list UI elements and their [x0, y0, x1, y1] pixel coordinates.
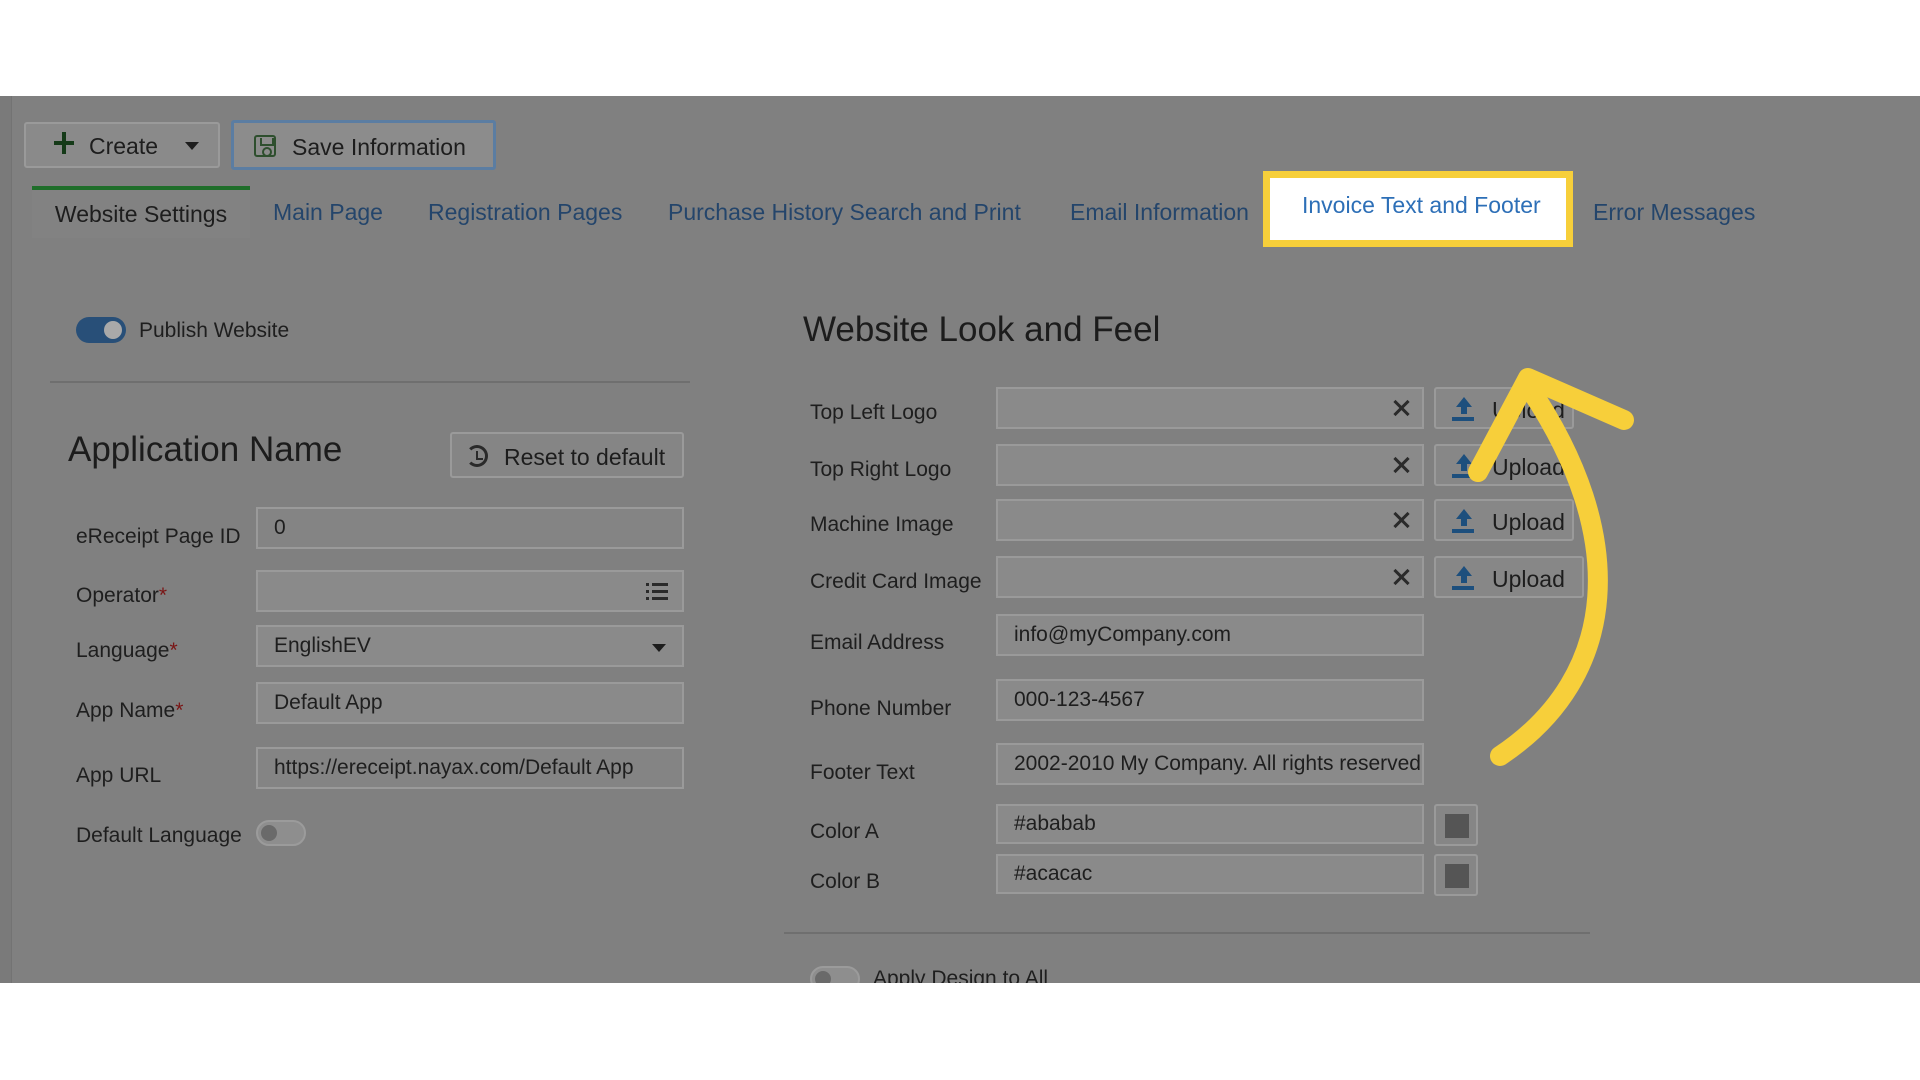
tab-label: Email Information [1070, 198, 1249, 225]
tab-website-settings[interactable]: Website Settings [32, 186, 250, 238]
color-b-label: Color B [810, 870, 881, 893]
app-url-label: App URL [76, 764, 162, 787]
plus-icon [54, 132, 74, 154]
tab-bar: Website Settings Main Page Registration … [32, 186, 1920, 238]
apply-design-toggle[interactable] [810, 966, 860, 983]
tab-label: Error Messages [1593, 198, 1756, 225]
close-icon[interactable] [1392, 568, 1410, 586]
color-swatch [1445, 814, 1469, 838]
app-name-label-text: App Name [76, 699, 176, 722]
language-value: EnglishEV [274, 634, 371, 657]
credit-card-image-label: Credit Card Image [810, 570, 982, 593]
apply-design-label: Apply Design to All [873, 967, 1049, 983]
chevron-down-icon [652, 644, 666, 652]
history-icon [466, 445, 488, 467]
color-a-input[interactable]: #ababab [996, 804, 1424, 844]
default-language-label: Default Language [76, 824, 242, 847]
required-mark: * [175, 699, 184, 722]
app-name-value: Default App [274, 691, 383, 714]
top-right-logo-label: Top Right Logo [810, 458, 952, 481]
color-b-picker-button[interactable] [1434, 854, 1478, 896]
tab-main-page[interactable]: Main Page [273, 186, 383, 238]
tab-invoice-text-and-footer[interactable]: Invoice Text and Footer [1302, 192, 1541, 219]
top-left-logo-label: Top Left Logo [810, 401, 938, 424]
page-id-value: 0 [274, 516, 286, 539]
required-mark: * [169, 639, 178, 662]
language-label-text: Language [76, 639, 170, 662]
app-url-field[interactable]: https://ereceipt.nayax.com/Default App [256, 747, 684, 789]
footer-text-value: 2002-2010 My Company. All rights reserve… [1014, 752, 1424, 775]
color-a-label: Color A [810, 820, 879, 843]
tab-label: Main Page [273, 198, 383, 225]
language-select[interactable]: EnglishEV [256, 625, 684, 667]
color-a-picker-button[interactable] [1434, 804, 1478, 846]
save-icon [254, 135, 276, 157]
operator-label-text: Operator [76, 584, 159, 607]
publish-website-toggle[interactable] [76, 317, 126, 343]
phone-number-label: Phone Number [810, 697, 952, 720]
close-icon[interactable] [1392, 399, 1410, 417]
top-right-logo-field[interactable] [996, 444, 1424, 486]
app-name-input[interactable]: Default App [256, 682, 684, 724]
close-icon[interactable] [1392, 511, 1410, 529]
divider [784, 932, 1590, 934]
color-a-value: #ababab [1014, 812, 1096, 835]
footer-text-label: Footer Text [810, 761, 915, 784]
operator-field[interactable] [256, 570, 684, 612]
email-address-value: info@myCompany.com [1014, 623, 1231, 646]
email-address-label: Email Address [810, 631, 945, 654]
operator-label: Operator* [76, 584, 167, 608]
language-label: Language* [76, 639, 178, 663]
top-left-logo-field[interactable] [996, 387, 1424, 429]
reset-label: Reset to default [504, 444, 666, 470]
publish-website-label: Publish Website [139, 319, 290, 342]
create-button[interactable]: Create [24, 122, 220, 168]
left-edge-strip [0, 96, 12, 983]
footer-text-input[interactable]: 2002-2010 My Company. All rights reserve… [996, 743, 1424, 785]
color-b-value: #acacac [1014, 862, 1093, 885]
machine-image-label: Machine Image [810, 513, 954, 536]
app-screenshot: Create Save Information Website Settings… [0, 96, 1920, 983]
credit-card-image-field[interactable] [996, 556, 1424, 598]
default-language-toggle[interactable] [256, 820, 306, 846]
list-icon[interactable] [646, 583, 668, 601]
save-information-button[interactable]: Save Information [231, 120, 496, 170]
tab-label: Registration Pages [428, 198, 623, 225]
chevron-down-icon[interactable] [185, 142, 199, 150]
tab-purchase-history[interactable]: Purchase History Search and Print [668, 186, 1021, 238]
website-look-and-feel-title: Website Look and Feel [803, 310, 1161, 349]
page-id-label: eReceipt Page ID [76, 525, 241, 548]
tab-error-messages[interactable]: Error Messages [1593, 186, 1755, 238]
application-name-title: Application Name [68, 430, 343, 469]
app-name-label: App Name* [76, 699, 183, 723]
app-url-value: https://ereceipt.nayax.com/Default App [274, 756, 634, 779]
divider [50, 381, 690, 383]
required-mark: * [158, 584, 168, 607]
annotation-arrow-icon [1468, 368, 1634, 766]
email-address-input[interactable]: info@myCompany.com [996, 614, 1424, 656]
create-button-label: Create [89, 133, 159, 159]
phone-number-input[interactable]: 000-123-4567 [996, 679, 1424, 721]
reset-to-default-button[interactable]: Reset to default [450, 432, 684, 478]
save-information-label: Save Information [292, 134, 466, 160]
tab-label: Website Settings [54, 200, 228, 227]
color-b-input[interactable]: #acacac [996, 854, 1424, 894]
phone-number-value: 000-123-4567 [1014, 688, 1145, 711]
machine-image-field[interactable] [996, 499, 1424, 541]
page-id-field[interactable]: 0 [256, 507, 684, 549]
tab-email-information[interactable]: Email Information [1070, 186, 1249, 238]
tab-registration-pages[interactable]: Registration Pages [428, 186, 622, 238]
tab-label: Purchase History Search and Print [668, 198, 1021, 225]
close-icon[interactable] [1392, 456, 1410, 474]
color-swatch [1445, 864, 1469, 888]
